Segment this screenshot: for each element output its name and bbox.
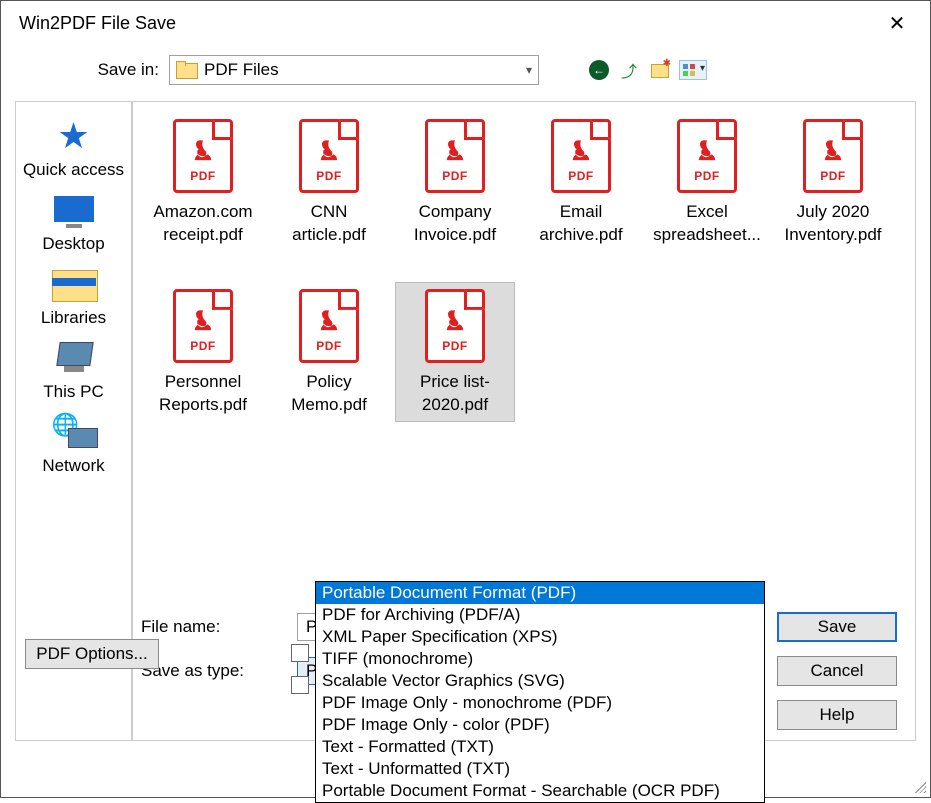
pdf-file-icon: PDF — [173, 119, 233, 193]
file-item[interactable]: PDF July 2020 Inventory.pdf — [773, 112, 893, 252]
desktop-icon — [44, 190, 104, 230]
checkbox-icon[interactable] — [291, 676, 309, 694]
pdf-options-button[interactable]: PDF Options... — [25, 639, 159, 669]
file-grid: PDF Amazon.com receipt.pdf PDF CNN article.… — [133, 102, 915, 432]
save-as-type-dropdown[interactable]: Portable Document Format (PDF)PDF for Ar… — [315, 581, 765, 803]
file-item-label: Email archive.pdf — [524, 201, 638, 247]
file-item-label: July 2020 Inventory.pdf — [776, 201, 890, 247]
file-name-label: File name: — [137, 617, 277, 637]
file-item[interactable]: PDF Personnel Reports.pdf — [143, 282, 263, 422]
type-option[interactable]: PDF for Archiving (PDF/A) — [316, 604, 764, 626]
file-item[interactable]: PDF Email archive.pdf — [521, 112, 641, 252]
title-bar: Win2PDF File Save ✕ — [1, 1, 930, 45]
type-option[interactable]: Portable Document Format (PDF) — [316, 582, 764, 604]
pdf-file-icon: PDF — [803, 119, 863, 193]
places-item-libraries[interactable]: Libraries — [20, 262, 127, 330]
this-pc-icon — [44, 338, 104, 378]
network-icon — [44, 412, 104, 452]
window-title: Win2PDF File Save — [19, 13, 176, 34]
file-item-label: Personnel Reports.pdf — [146, 371, 260, 417]
type-option[interactable]: TIFF (monochrome) — [316, 648, 764, 670]
folder-icon — [176, 61, 196, 79]
type-option[interactable]: Scalable Vector Graphics (SVG) — [316, 670, 764, 692]
type-option[interactable]: Text - Unformatted (TXT) — [316, 758, 764, 780]
type-option[interactable]: Text - Formatted (TXT) — [316, 736, 764, 758]
quick-access-icon: ★ — [44, 116, 104, 156]
save-in-value: PDF Files — [204, 60, 279, 80]
type-option[interactable]: PDF Image Only - color (PDF) — [316, 714, 764, 736]
pdf-file-icon: PDF — [299, 119, 359, 193]
nav-icon-group: ← ⤴ — [589, 60, 707, 80]
pdf-file-icon: PDF — [425, 119, 485, 193]
save-button[interactable]: Save — [777, 612, 897, 642]
close-icon[interactable]: ✕ — [882, 11, 912, 36]
dialog-window: Win2PDF File Save ✕ Save in: PDF Files ▾… — [0, 0, 931, 798]
places-item-label: Libraries — [20, 308, 127, 328]
view-menu-icon[interactable] — [679, 60, 707, 80]
file-item[interactable]: PDF Price list- 2020.pdf — [395, 282, 515, 422]
pdf-file-icon: PDF — [677, 119, 737, 193]
save-in-combobox[interactable]: PDF Files ▾ — [169, 55, 539, 85]
libraries-icon — [44, 264, 104, 304]
new-folder-icon[interactable] — [649, 60, 669, 80]
places-item-label: This PC — [20, 382, 127, 402]
save-in-label: Save in: — [79, 60, 159, 80]
file-item-label: Policy Memo.pdf — [272, 371, 386, 417]
body-area: ★ Quick access Desktop Libraries This PC Netw… — [1, 95, 930, 797]
places-item-label: Network — [20, 456, 127, 476]
pdf-file-icon: PDF — [173, 289, 233, 363]
file-item[interactable]: PDF Policy Memo.pdf — [269, 282, 389, 422]
type-option[interactable]: XML Paper Specification (XPS) — [316, 626, 764, 648]
places-item-quick-access[interactable]: ★ Quick access — [20, 114, 127, 182]
pdf-file-icon: PDF — [425, 289, 485, 363]
resize-grip-icon[interactable] — [912, 779, 926, 793]
pdf-file-icon: PDF — [551, 119, 611, 193]
file-item[interactable]: PDF CNN article.pdf — [269, 112, 389, 252]
places-item-desktop[interactable]: Desktop — [20, 188, 127, 256]
nav-back-icon[interactable]: ← — [589, 60, 609, 80]
file-item-label: Excel spreadsheet... — [650, 201, 764, 247]
places-item-network[interactable]: Network — [20, 410, 127, 478]
help-button[interactable]: Help — [777, 700, 897, 730]
file-item[interactable]: PDF Excel spreadsheet... — [647, 112, 767, 252]
nav-up-icon[interactable]: ⤴ — [619, 60, 639, 80]
type-option[interactable]: Portable Document Format - Searchable (O… — [316, 780, 764, 802]
location-toolbar: Save in: PDF Files ▾ ← ⤴ — [1, 45, 930, 95]
pdf-file-icon: PDF — [299, 289, 359, 363]
chevron-down-icon: ▾ — [526, 63, 532, 77]
file-item-label: Company Invoice.pdf — [398, 201, 512, 247]
places-item-label: Desktop — [20, 234, 127, 254]
file-item-label: Price list- 2020.pdf — [398, 371, 512, 417]
checkbox-icon[interactable] — [291, 644, 309, 662]
file-item-label: CNN article.pdf — [272, 201, 386, 247]
file-item[interactable]: PDF Amazon.com receipt.pdf — [143, 112, 263, 252]
places-item-label: Quick access — [20, 160, 127, 180]
type-option[interactable]: PDF Image Only - monochrome (PDF) — [316, 692, 764, 714]
file-item[interactable]: PDF Company Invoice.pdf — [395, 112, 515, 252]
places-item-this-pc[interactable]: This PC — [20, 336, 127, 404]
file-item-label: Amazon.com receipt.pdf — [146, 201, 260, 247]
cancel-button[interactable]: Cancel — [777, 656, 897, 686]
